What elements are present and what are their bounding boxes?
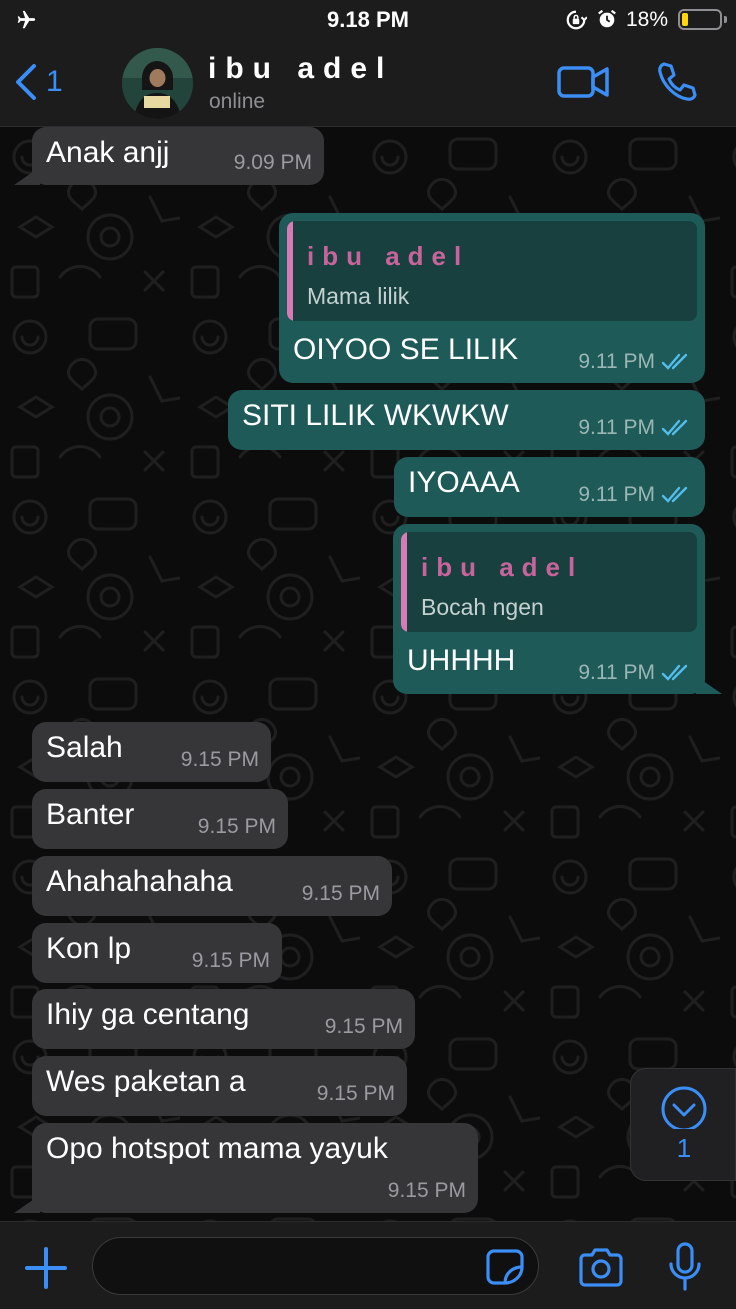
unread-count-badge: 1	[676, 1133, 692, 1163]
avatar-photo	[122, 48, 193, 119]
double-check-icon	[661, 486, 688, 503]
message-bubble[interactable]: Opo hotspot mama yayuk 9.15 PM	[32, 1123, 478, 1213]
message-text: OIYOO SE LILIK	[293, 333, 519, 366]
message-time: 9.15 PM	[324, 1015, 403, 1038]
chat-header: 1 ibu adel online	[0, 40, 736, 127]
battery-icon	[678, 9, 727, 30]
message-text: Wes paketan a	[46, 1065, 246, 1098]
message-bubble[interactable]: Salah 9.15 PM	[32, 722, 271, 782]
attach-button[interactable]	[24, 1246, 68, 1290]
message-time: 9.15 PM	[180, 748, 259, 771]
composer-bar	[0, 1221, 736, 1309]
message-time: 9.11 PM	[578, 483, 655, 506]
status-bar: 9.18 PM 18%	[0, 0, 736, 40]
message-time: 9.15 PM	[191, 949, 270, 972]
quoted-author: ibu adel	[421, 552, 584, 582]
sticker-icon	[486, 1249, 524, 1285]
message-text: Opo hotspot mama yayuk	[46, 1132, 388, 1165]
contact-name[interactable]: ibu adel	[208, 52, 393, 86]
camera-icon	[579, 1248, 623, 1287]
chevron-left-icon	[16, 64, 36, 100]
voice-message-button[interactable]	[668, 1242, 702, 1292]
message-bubble[interactable]: ibu adel Bocah ngen UHHHH 9.11 PM	[393, 524, 705, 694]
sticker-button[interactable]	[486, 1249, 524, 1285]
video-camera-icon	[557, 66, 609, 98]
message-time: 9.11 PM	[578, 416, 655, 439]
voice-call-button[interactable]	[655, 60, 699, 104]
video-call-button[interactable]	[557, 62, 611, 102]
phone-icon	[658, 62, 697, 101]
message-text: Banter	[46, 798, 135, 831]
message-list[interactable]: Anak anjj 9.09 PM ibu adel Mama lilik OI…	[0, 127, 736, 1221]
double-check-icon	[661, 353, 688, 370]
message-time: 9.09 PM	[233, 151, 312, 174]
message-bubble[interactable]: SITI LILIK WKWKW 9.11 PM	[228, 390, 705, 450]
back-button[interactable]: 1	[14, 62, 63, 102]
message-bubble[interactable]: IYOAAA 9.11 PM	[394, 457, 705, 517]
message-bubble[interactable]: Ahahahahaha 9.15 PM	[32, 856, 392, 916]
message-bubble[interactable]: ibu adel Mama lilik OIYOO SE LILIK 9.11 …	[279, 213, 705, 383]
battery-percent: 18%	[626, 8, 669, 31]
message-bubble[interactable]: Wes paketan a 9.15 PM	[32, 1056, 407, 1116]
message-input[interactable]	[92, 1237, 539, 1295]
quoted-author: ibu adel	[307, 241, 470, 271]
unread-chats-count: 1	[46, 65, 63, 98]
orientation-lock-icon	[566, 10, 587, 30]
camera-button[interactable]	[577, 1247, 625, 1287]
message-time: 9.15 PM	[387, 1179, 466, 1202]
quoted-text: Bocah ngen	[421, 594, 544, 620]
quoted-text: Mama lilik	[307, 283, 410, 309]
chevron-down-icon	[661, 1086, 707, 1132]
double-check-icon	[661, 419, 688, 436]
quoted-message[interactable]: ibu adel Mama lilik	[287, 221, 697, 321]
message-time: 9.15 PM	[197, 815, 276, 838]
message-time: 9.15 PM	[316, 1082, 395, 1105]
alarm-icon	[598, 9, 616, 28]
scroll-to-bottom-button[interactable]: 1	[630, 1068, 736, 1181]
contact-status: online	[209, 90, 266, 113]
quoted-message[interactable]: ibu adel Bocah ngen	[401, 532, 697, 632]
plus-icon	[25, 1247, 67, 1289]
message-text: Ahahahahaha	[46, 865, 233, 898]
message-time: 9.15 PM	[301, 882, 380, 905]
double-check-icon	[661, 664, 688, 681]
message-bubble[interactable]: Banter 9.15 PM	[32, 789, 288, 849]
message-text: SITI LILIK WKWKW	[242, 399, 509, 432]
message-text: Kon lp	[46, 932, 132, 965]
message-time: 9.11 PM	[578, 350, 655, 373]
message-text: Anak anjj	[46, 136, 170, 169]
message-text: UHHHH	[407, 644, 516, 677]
message-text: IYOAAA	[408, 466, 520, 499]
avatar[interactable]	[122, 48, 193, 119]
message-bubble[interactable]: Anak anjj 9.09 PM	[32, 127, 324, 185]
microphone-icon	[669, 1242, 701, 1291]
message-text: Salah	[46, 731, 123, 764]
message-time: 9.11 PM	[578, 661, 655, 684]
message-bubble[interactable]: Ihiy ga centang 9.15 PM	[32, 989, 415, 1049]
battery-level	[682, 13, 688, 26]
message-text: Ihiy ga centang	[46, 998, 250, 1031]
message-bubble[interactable]: Kon lp 9.15 PM	[32, 923, 282, 983]
